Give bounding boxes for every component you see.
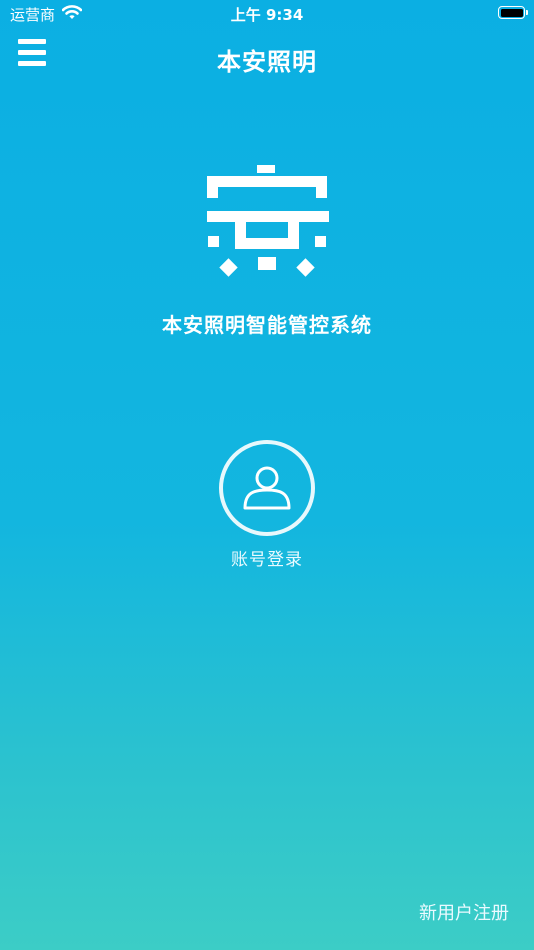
system-title: 本安照明智能管控系统	[162, 313, 372, 337]
new-user-register-link[interactable]: 新用户注册	[419, 899, 509, 925]
account-login-button[interactable]	[219, 440, 315, 536]
status-bar: 运营商 上午 9:34	[0, 0, 534, 30]
status-time: 上午 9:34	[230, 6, 304, 24]
battery-icon	[498, 6, 528, 19]
user-icon	[243, 466, 291, 510]
account-login-label[interactable]: 账号登录	[0, 545, 534, 570]
benan-logo-icon	[207, 165, 329, 277]
page-title: 本安照明	[217, 48, 317, 76]
